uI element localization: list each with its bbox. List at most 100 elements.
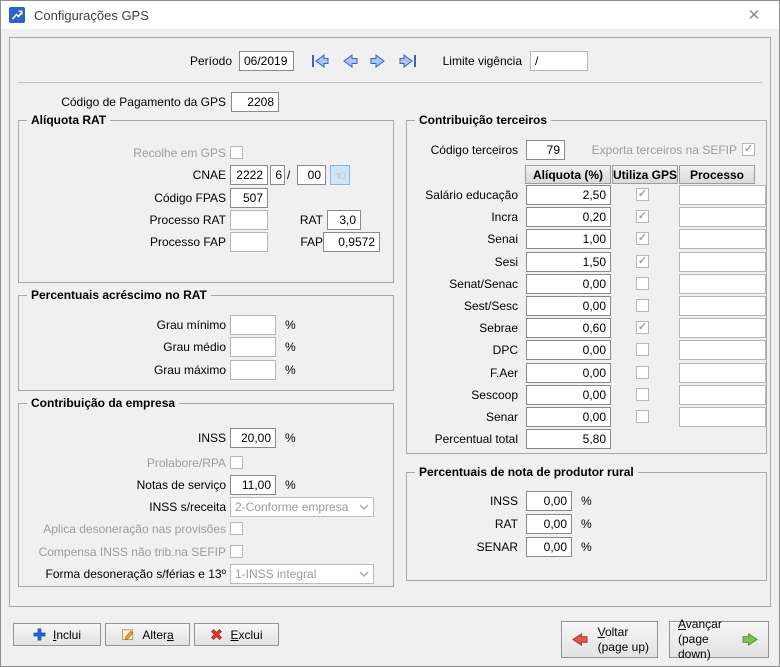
back-arrow-icon — [570, 632, 589, 647]
grau-minimo-input[interactable] — [230, 315, 276, 335]
recolhe-em-gps-label: Recolhe em GPS — [19, 143, 226, 163]
terceiros-utiliza-gps-checkbox[interactable] — [636, 410, 649, 423]
next-record-icon[interactable] — [366, 51, 390, 71]
terceiros-utiliza-gps-checkbox[interactable] — [636, 277, 649, 290]
terceiros-processo-input[interactable] — [679, 296, 766, 316]
group-contribuicao-terceiros-title: Contribuição terceiros — [415, 113, 551, 127]
produtor-senar-input[interactable]: 0,00 — [526, 537, 572, 557]
terceiros-utiliza-gps-checkbox[interactable] — [636, 388, 649, 401]
terceiros-processo-input[interactable] — [679, 229, 766, 249]
percentual-total-input[interactable]: 5,80 — [526, 429, 611, 449]
cnae-suffix-input[interactable]: 00 — [297, 165, 326, 185]
processo-fap-input[interactable] — [230, 232, 268, 252]
terceiros-aliquota-input[interactable]: 0,00 — [526, 385, 611, 405]
terceiros-aliquota-input[interactable]: 2,50 — [526, 185, 611, 205]
group-produtor-rural-title: Percentuais de nota de produtor rural — [415, 465, 638, 479]
terceiros-aliquota-input[interactable]: 0,60 — [526, 318, 611, 338]
notas-servico-percent: % — [285, 475, 305, 495]
rat-input[interactable]: 3,0 — [327, 210, 361, 230]
terceiros-aliquota-input[interactable]: 0,00 — [526, 296, 611, 316]
terceiros-aliquota-input[interactable]: 1,00 — [526, 229, 611, 249]
processo-rat-input[interactable] — [230, 210, 268, 230]
terceiros-row: Senai 1,00 — [407, 229, 766, 249]
codigo-terceiros-label: Código terceiros — [407, 140, 518, 160]
exclui-button[interactable]: Exclui — [194, 623, 279, 646]
voltar-button-label: Voltar (page up) — [598, 625, 649, 655]
cnae-digit-input[interactable]: 6 — [270, 165, 285, 185]
terceiros-utiliza-gps-checkbox[interactable] — [636, 321, 649, 334]
group-contribuicao-empresa: Contribuição da empresa INSS 20,00 % Pro… — [18, 403, 394, 587]
avancar-page-down-button[interactable]: Avançar (page down) — [669, 621, 769, 658]
aplica-desoneracao-label: Aplica desoneração nas provisões — [19, 519, 226, 539]
terceiros-processo-input[interactable] — [679, 207, 766, 227]
terceiros-utiliza-gps-checkbox[interactable] — [636, 232, 649, 245]
terceiros-row-label: Senai — [407, 229, 518, 249]
terceiros-row-label: DPC — [407, 340, 518, 360]
grau-medio-input[interactable] — [230, 337, 276, 357]
percentual-total-label: Percentual total — [407, 429, 518, 449]
terceiros-utiliza-gps-checkbox[interactable] — [636, 343, 649, 356]
terceiros-aliquota-input[interactable]: 0,00 — [526, 274, 611, 294]
cnae-lookup-hand-icon[interactable]: ☜ — [330, 165, 350, 185]
produtor-rat-percent: % — [581, 514, 601, 534]
chevron-down-icon — [359, 504, 369, 510]
group-contribuicao-empresa-title: Contribuição da empresa — [27, 396, 179, 410]
compensa-inss-checkbox[interactable] — [230, 545, 243, 558]
periodo-label: Período — [70, 51, 232, 71]
forma-desoneracao-value: 1-INSS integral — [235, 567, 316, 581]
separator — [18, 82, 762, 83]
terceiros-row-label: Senat/Senac — [407, 274, 518, 294]
produtor-inss-input[interactable]: 0,00 — [526, 491, 572, 511]
aplica-desoneracao-checkbox[interactable] — [230, 522, 243, 535]
cnae-input[interactable]: 2222 — [230, 165, 268, 185]
terceiros-processo-input[interactable] — [679, 318, 766, 338]
previous-record-icon[interactable] — [338, 51, 362, 71]
terceiros-processo-input[interactable] — [679, 340, 766, 360]
terceiros-processo-input[interactable] — [679, 252, 766, 272]
terceiros-utiliza-gps-checkbox[interactable] — [636, 188, 649, 201]
grau-maximo-percent: % — [285, 360, 305, 380]
forma-desoneracao-select[interactable]: 1-INSS integral — [230, 564, 374, 584]
codigo-pagamento-gps-input[interactable]: 2208 — [231, 92, 279, 112]
fap-input[interactable]: 0,9572 — [323, 232, 380, 252]
terceiros-processo-input[interactable] — [679, 274, 766, 294]
first-record-icon[interactable] — [308, 51, 332, 71]
terceiros-aliquota-input[interactable]: 0,20 — [526, 207, 611, 227]
periodo-input[interactable]: 06/2019 — [239, 51, 294, 71]
terceiros-utiliza-gps-checkbox[interactable] — [636, 255, 649, 268]
main-panel: Período 06/2019 Limite vigência / Código… — [9, 37, 771, 607]
produtor-senar-percent: % — [581, 537, 601, 557]
terceiros-aliquota-input[interactable]: 0,00 — [526, 340, 611, 360]
terceiros-aliquota-input[interactable]: 0,00 — [526, 407, 611, 427]
limite-vigencia-input[interactable]: / — [530, 51, 588, 71]
exporta-terceiros-checkbox[interactable] — [742, 143, 755, 156]
produtor-rat-input[interactable]: 0,00 — [526, 514, 572, 534]
terceiros-processo-input[interactable] — [679, 363, 766, 383]
altera-button[interactable]: Altera — [105, 623, 190, 646]
terceiros-utiliza-gps-checkbox[interactable] — [636, 210, 649, 223]
inss-sreceita-select[interactable]: 2-Conforme empresa — [230, 497, 374, 517]
terceiros-processo-input[interactable] — [679, 407, 766, 427]
terceiros-utiliza-gps-checkbox[interactable] — [636, 366, 649, 379]
processo-fap-label: Processo FAP — [19, 232, 226, 252]
prolabore-rpa-checkbox[interactable] — [230, 456, 243, 469]
group-percentuais-rat: Percentuais acréscimo no RAT Grau mínimo… — [18, 295, 394, 391]
codigo-fpas-input[interactable]: 507 — [230, 188, 268, 208]
terceiros-aliquota-input[interactable]: 0,00 — [526, 363, 611, 383]
forward-arrow-icon — [741, 632, 760, 647]
terceiros-row: Senar0,00 — [407, 407, 766, 427]
terceiros-utiliza-gps-checkbox[interactable] — [636, 299, 649, 312]
grau-maximo-input[interactable] — [230, 360, 276, 380]
compensa-inss-label: Compensa INSS não trib.na SEFIP — [19, 542, 226, 562]
terceiros-processo-input[interactable] — [679, 185, 766, 205]
notas-servico-input[interactable]: 11,00 — [230, 475, 276, 495]
recolhe-em-gps-checkbox[interactable] — [230, 146, 243, 159]
codigo-terceiros-input[interactable]: 79 — [526, 140, 565, 160]
voltar-page-up-button[interactable]: Voltar (page up) — [561, 621, 658, 658]
inclui-button[interactable]: Inclui — [13, 623, 101, 646]
terceiros-aliquota-input[interactable]: 1,50 — [526, 252, 611, 272]
rat-label: RAT — [289, 210, 323, 230]
close-icon[interactable]: ✕ — [735, 1, 773, 29]
inss-empresa-input[interactable]: 20,00 — [230, 428, 276, 448]
terceiros-processo-input[interactable] — [679, 385, 766, 405]
